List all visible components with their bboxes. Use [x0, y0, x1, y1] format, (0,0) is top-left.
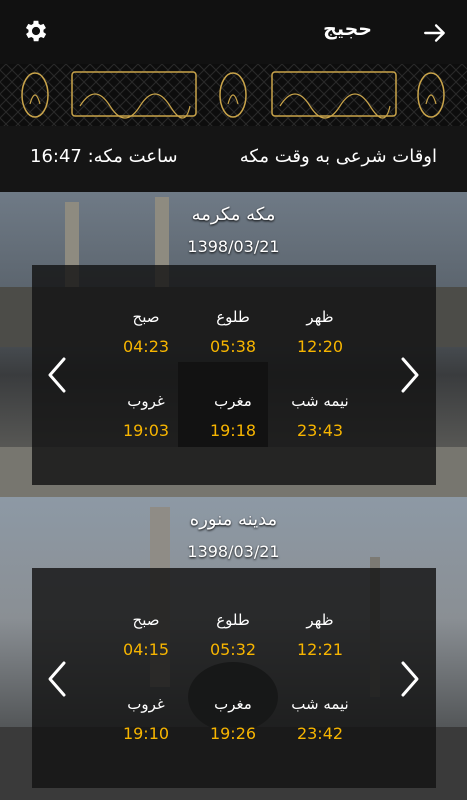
prayer-time-zuhr: 12:21	[296, 640, 344, 659]
city-date: 1398/03/21	[187, 237, 280, 256]
chevron-left-icon[interactable]	[44, 659, 70, 699]
prayer-label-midnight: نیمه شب	[291, 695, 349, 713]
prayer-times-panel: ظهر 12:20 طلوع 05:38 صبح 04:23 نیمه شب 2…	[32, 265, 436, 485]
prayer-time-sunset: 19:10	[122, 724, 170, 743]
prayer-label-zuhr: ظهر	[306, 611, 334, 629]
prayer-times-heading: اوقات شرعی به وقت مکه	[239, 146, 437, 167]
prayer-label-sunset: غروب	[127, 695, 165, 713]
city-card-mecca: مکه مکرمه 1398/03/21 ظهر 12:20 طلوع 05:3…	[0, 192, 467, 497]
city-name: مکه مکرمه	[191, 204, 276, 225]
prayer-time-sunset: 19:03	[122, 421, 170, 440]
prayer-time-midnight: 23:42	[296, 724, 344, 743]
prayer-label-fajr: صبح	[132, 611, 160, 629]
city-name: مدینه منوره	[189, 509, 278, 530]
city-date: 1398/03/21	[187, 542, 280, 561]
prayer-time-fajr: 04:15	[122, 640, 170, 659]
mecca-clock-value: 16:47	[30, 146, 82, 167]
mecca-clock-label: ساعت مکه:	[87, 146, 178, 167]
prayer-label-fajr: صبح	[132, 308, 160, 326]
prayer-time-midnight: 23:43	[296, 421, 344, 440]
prayer-time-maghrib: 19:18	[209, 421, 257, 440]
prayer-times-panel: ظهر 12:21 طلوع 05:32 صبح 04:15 نیمه شب 2…	[32, 568, 436, 788]
city-card-medina: مدینه منوره 1398/03/21 ظهر 12:21 طلوع 05…	[0, 497, 467, 800]
prayer-label-sunrise: طلوع	[216, 611, 250, 629]
prayer-time-sunrise: 05:38	[209, 337, 257, 356]
chevron-right-icon[interactable]	[397, 355, 423, 395]
prayer-label-sunset: غروب	[127, 392, 165, 410]
prayer-label-maghrib: مغرب	[214, 695, 252, 713]
app-title: حجیج	[323, 18, 372, 40]
prayer-label-midnight: نیمه شب	[291, 392, 349, 410]
chevron-right-icon[interactable]	[397, 659, 423, 699]
top-app-bar: حجیج	[0, 0, 467, 64]
arrow-right-icon[interactable]	[422, 20, 448, 46]
prayer-label-maghrib: مغرب	[214, 392, 252, 410]
prayer-label-zuhr: ظهر	[306, 308, 334, 326]
calligraphy-ornament	[0, 64, 467, 126]
prayer-time-sunrise: 05:32	[209, 640, 257, 659]
prayer-time-zuhr: 12:20	[296, 337, 344, 356]
prayer-time-maghrib: 19:26	[209, 724, 257, 743]
gear-icon[interactable]	[22, 17, 50, 45]
calligraphy-banner	[0, 64, 467, 126]
chevron-left-icon[interactable]	[44, 355, 70, 395]
prayer-label-sunrise: طلوع	[216, 308, 250, 326]
prayer-time-fajr: 04:23	[122, 337, 170, 356]
mecca-clock: ساعت مکه: 16:47	[30, 146, 178, 167]
